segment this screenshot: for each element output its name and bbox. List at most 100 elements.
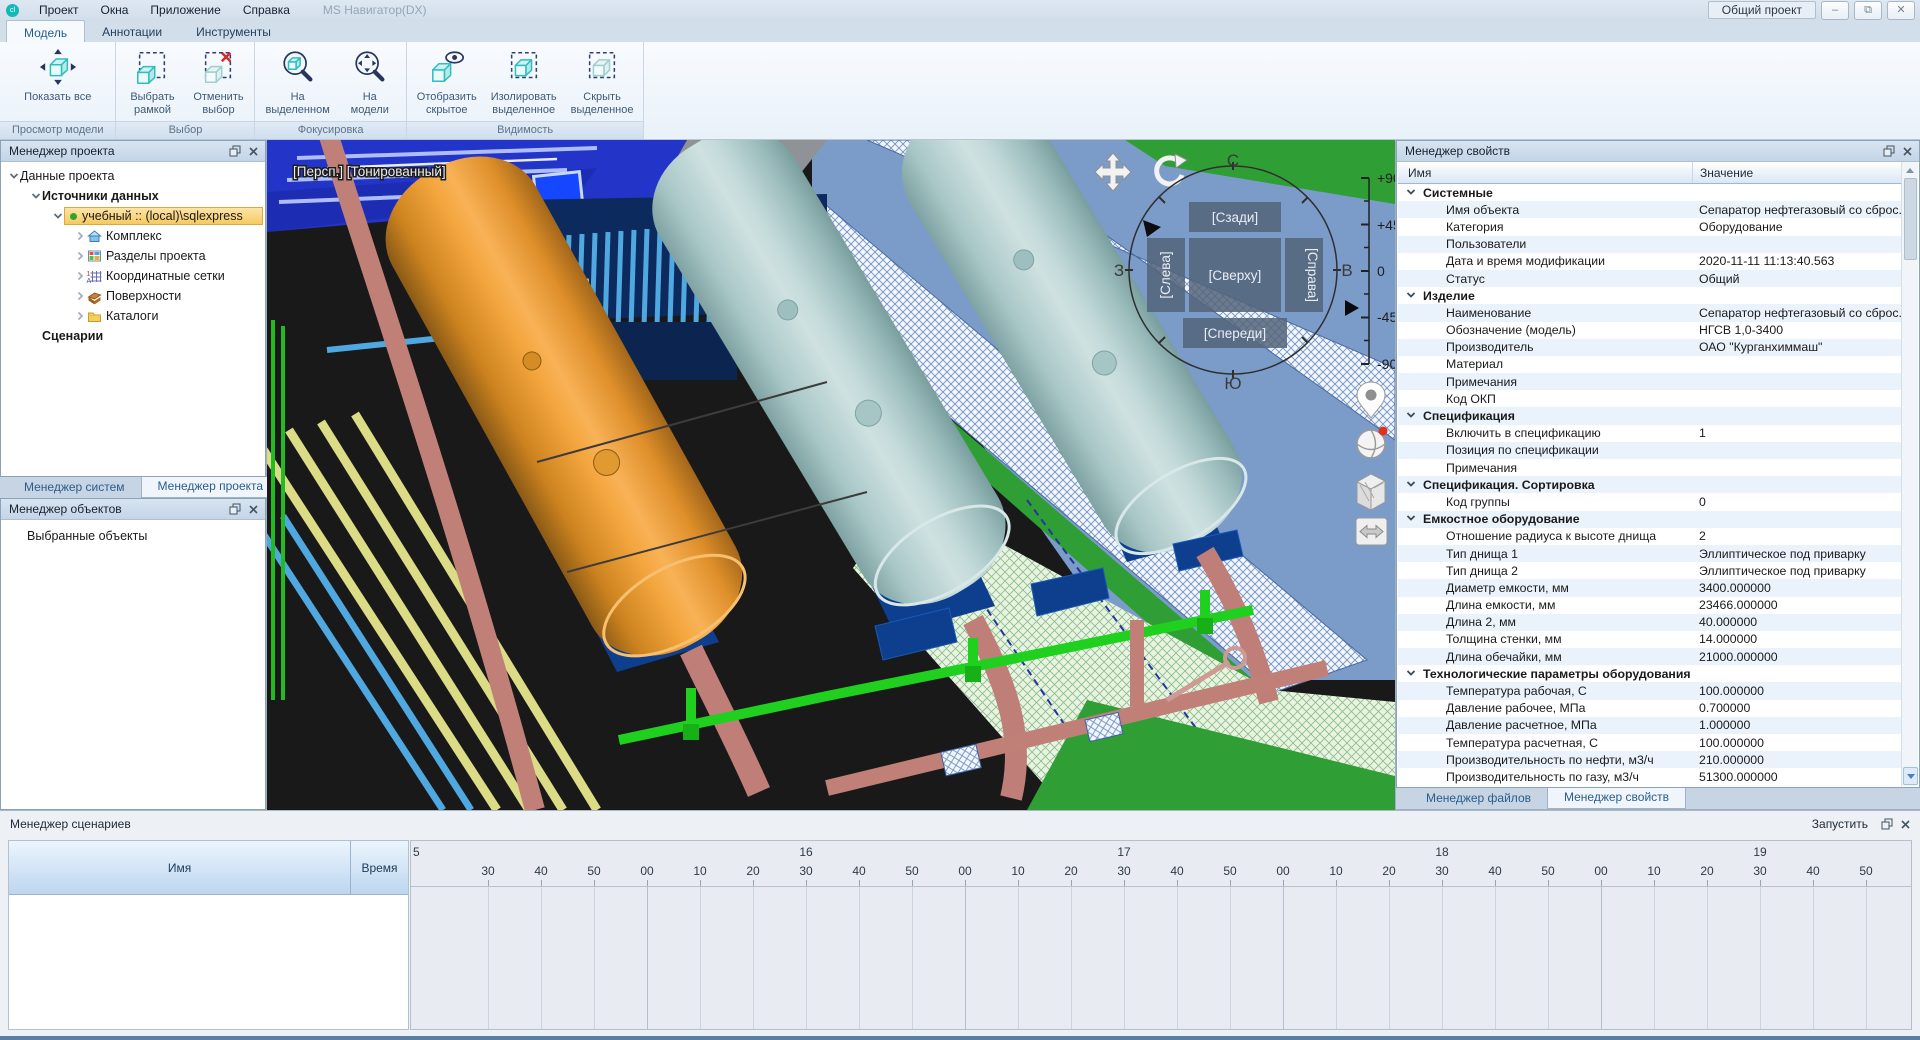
property-row-категория[interactable]: КатегорияОборудование: [1398, 218, 1902, 235]
property-row-давление-рабочее-мпа[interactable]: Давление рабочее, МПа0.700000: [1398, 700, 1902, 717]
view-left-label[interactable]: [Слева]: [1158, 251, 1173, 298]
scroll-thumb[interactable]: [1904, 178, 1917, 260]
property-row-код-окп[interactable]: Код ОКП: [1398, 390, 1902, 407]
column-value[interactable]: Значение: [1692, 162, 1902, 183]
tab-project-manager[interactable]: Менеджер проекта: [141, 477, 281, 498]
menu-item-проект[interactable]: Проект: [28, 0, 90, 20]
menu-item-приложение[interactable]: Приложение: [139, 0, 231, 20]
chevron-down-icon[interactable]: [1406, 289, 1416, 303]
property-group-изделие[interactable]: Изделие: [1398, 287, 1902, 304]
property-group-системные[interactable]: Системные: [1398, 184, 1902, 201]
property-row-давление-расчетное-мпа[interactable]: Давление расчетное, МПа1.000000: [1398, 717, 1902, 734]
menu-item-справка[interactable]: Справка: [232, 0, 301, 20]
compass-west[interactable]: З: [1114, 261, 1124, 280]
chevron-right-icon[interactable]: [73, 311, 86, 321]
chevron-right-icon[interactable]: [73, 291, 86, 301]
properties-scrollbar[interactable]: [1901, 162, 1918, 786]
chevron-down-icon[interactable]: [1406, 512, 1416, 526]
isometric-cube-icon[interactable]: [1357, 474, 1385, 510]
close-panel-icon[interactable]: [244, 502, 262, 517]
ribbon-button-выбрать-рамкой[interactable]: Выбратьрамкой: [119, 45, 185, 117]
property-row-пользователи[interactable]: Пользователи: [1398, 236, 1902, 253]
property-group-спецификация-сортировка[interactable]: Спецификация. Сортировка: [1398, 476, 1902, 493]
scenario-column-time[interactable]: Время: [350, 841, 408, 894]
property-row-толщина-стенки-мм[interactable]: Толщина стенки, мм14.000000: [1398, 631, 1902, 648]
property-row-имя-объекта[interactable]: Имя объектаСепаратор нефтегазовый со сбр…: [1398, 201, 1902, 218]
chevron-down-icon[interactable]: [51, 211, 64, 221]
3d-viewport[interactable]: С З В Ю [Сзади] [Слева] [Сверху] [Справа…: [267, 140, 1395, 810]
ribbon-button-отменить-выбор[interactable]: Отменитьвыбор: [185, 45, 251, 117]
compass-north[interactable]: С: [1227, 151, 1239, 170]
view-front-label[interactable]: [Спереди]: [1204, 326, 1266, 341]
float-panel-icon[interactable]: [1880, 144, 1898, 159]
selected-objects-item[interactable]: Выбранные объекты: [1, 520, 265, 543]
property-group-емкостное-оборудование[interactable]: Емкостное оборудование: [1398, 511, 1902, 528]
compass-east[interactable]: В: [1341, 261, 1352, 280]
ribbon-tab-модель[interactable]: Модель: [6, 20, 85, 42]
ribbon-button-отобразить-скрытое[interactable]: Отобразитьскрытое: [410, 45, 484, 117]
ribbon-button-на-выделенном[interactable]: Навыделенном: [258, 45, 336, 117]
tree-item-поверхности[interactable]: Поверхности: [1, 286, 265, 306]
property-row-производительность-по-нефти-м3-ч[interactable]: Производительность по нефти, м3/ч210.000…: [1398, 751, 1902, 768]
ribbon-button-показать-все[interactable]: Показать все: [17, 45, 98, 104]
menu-item-окна[interactable]: Окна: [90, 0, 140, 20]
property-row-производитель[interactable]: ПроизводительОАО "Курганхиммаш": [1398, 339, 1902, 356]
view-top-label[interactable]: [Сверху]: [1209, 268, 1262, 283]
property-row-обозначение-модель-[interactable]: Обозначение (модель)НГСВ 1,0-3400: [1398, 322, 1902, 339]
property-row-отношение-радиуса-к-высоте-днища[interactable]: Отношение радиуса к высоте днища2: [1398, 528, 1902, 545]
restore-button[interactable]: ⧉: [1854, 1, 1882, 20]
property-group-спецификация[interactable]: Спецификация: [1398, 407, 1902, 424]
tree-item-данные-проекта[interactable]: Данные проекта: [1, 166, 265, 186]
close-button[interactable]: ✕: [1887, 1, 1915, 20]
property-row-позиция-по-спецификации[interactable]: Позиция по спецификации: [1398, 442, 1902, 459]
tab-system-manager[interactable]: Менеджер систем: [8, 477, 141, 498]
property-row-включить-в-спецификацию[interactable]: Включить в спецификацию1: [1398, 425, 1902, 442]
chevron-right-icon[interactable]: [73, 271, 86, 281]
property-row-тип-днища-1[interactable]: Тип днища 1Эллиптическое под приварку: [1398, 545, 1902, 562]
tree-item-каталоги[interactable]: Каталоги: [1, 306, 265, 326]
minimize-button[interactable]: –: [1821, 1, 1849, 20]
ribbon-tab-аннотации[interactable]: Аннотации: [85, 20, 179, 42]
tree-item-комплекс[interactable]: Комплекс: [1, 226, 265, 246]
property-row-температура-рабочая-с[interactable]: Температура рабочая, С100.000000: [1398, 682, 1902, 699]
chevron-down-icon[interactable]: [7, 171, 20, 181]
tab-file-manager[interactable]: Менеджер файлов: [1410, 788, 1547, 809]
tab-properties-manager[interactable]: Менеджер свойств: [1547, 788, 1686, 809]
property-row-температура-расчетная-с[interactable]: Температура расчетная, С100.000000: [1398, 734, 1902, 751]
float-panel-icon[interactable]: [226, 502, 244, 517]
property-row-материал[interactable]: Материал: [1398, 356, 1902, 373]
chevron-down-icon[interactable]: [1406, 667, 1416, 681]
property-row-примечания[interactable]: Примечания: [1398, 459, 1902, 476]
chevron-down-icon[interactable]: [1406, 186, 1416, 200]
scenario-timeline[interactable]: 5161718193040500010203040500010203040500…: [410, 840, 1912, 1030]
tree-item-сценарии[interactable]: Сценарии: [1, 326, 265, 346]
property-group-технологические-параметры-оборудов[interactable]: Технологические параметры оборудования: [1398, 665, 1902, 682]
property-row-наименование[interactable]: НаименованиеСепаратор нефтегазовый со сб…: [1398, 304, 1902, 321]
property-row-код-группы[interactable]: Код группы0: [1398, 493, 1902, 510]
tree-item-источники-данных[interactable]: Источники данных: [1, 186, 265, 206]
ribbon-button-скрыть-выделенное[interactable]: Скрытьвыделенное: [564, 45, 641, 117]
property-row-диаметр-емкости-мм[interactable]: Диаметр емкости, мм3400.000000: [1398, 579, 1902, 596]
property-row-производительность-по-газу-м3-ч[interactable]: Производительность по газу, м3/ч51300.00…: [1398, 768, 1902, 785]
pan-horizontal-icon[interactable]: [1356, 518, 1387, 545]
run-scenario-button[interactable]: Запустить: [1802, 817, 1878, 831]
scroll-up-icon[interactable]: [1903, 163, 1916, 177]
ribbon-button-изолировать-выделенное[interactable]: Изолироватьвыделенное: [484, 45, 564, 117]
tree-item-учебный-local-sqlexpress[interactable]: учебный :: (local)\sqlexpress: [1, 206, 265, 226]
chevron-down-icon[interactable]: [1406, 409, 1416, 423]
chevron-right-icon[interactable]: [73, 231, 86, 241]
tree-item-разделы-проекта[interactable]: Разделы проекта: [1, 246, 265, 266]
property-row-длина-обечайки-мм[interactable]: Длина обечайки, мм21000.000000: [1398, 648, 1902, 665]
close-panel-icon[interactable]: [244, 144, 262, 159]
column-name[interactable]: Имя: [1398, 166, 1692, 180]
float-panel-icon[interactable]: [1878, 817, 1896, 832]
close-panel-icon[interactable]: [1898, 144, 1916, 159]
chevron-right-icon[interactable]: [73, 251, 86, 261]
tree-item-координатные-сетки[interactable]: 1АКоординатные сетки: [1, 266, 265, 286]
property-row-длина-емкости-мм[interactable]: Длина емкости, мм23466.000000: [1398, 597, 1902, 614]
property-row-дата-и-время-модификации[interactable]: Дата и время модификации2020-11-11 11:13…: [1398, 253, 1902, 270]
scenario-column-name[interactable]: Имя: [9, 861, 350, 875]
property-row-статус[interactable]: СтатусОбщий: [1398, 270, 1902, 287]
chevron-down-icon[interactable]: [29, 191, 42, 201]
close-panel-icon[interactable]: [1896, 817, 1914, 832]
